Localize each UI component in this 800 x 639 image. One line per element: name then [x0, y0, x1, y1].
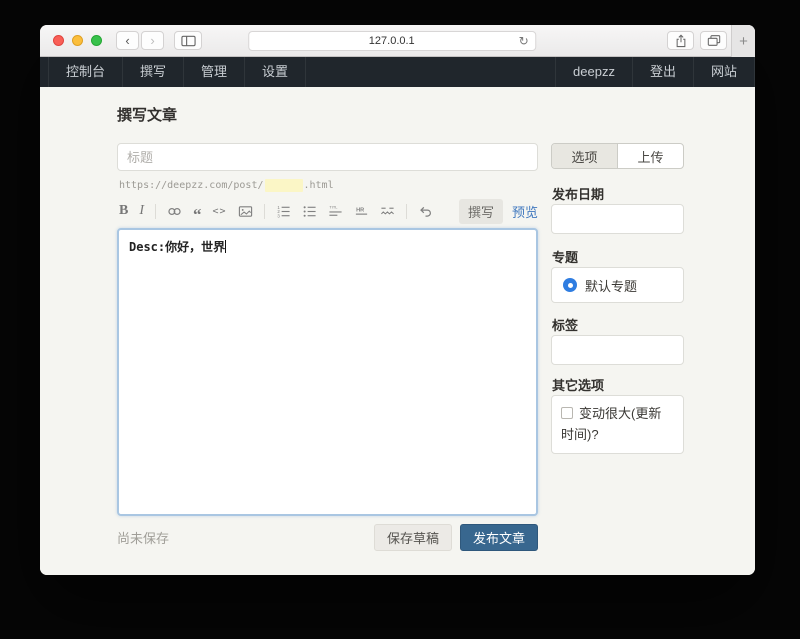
publish-button[interactable]: 发布文章: [460, 524, 538, 551]
minimize-window-button[interactable]: [72, 35, 83, 46]
permalink-slug-highlight[interactable]: [265, 179, 303, 192]
app-navbar: 控制台 撰写 管理 设置 deepzz 登出 网站: [40, 57, 755, 87]
back-button[interactable]: ‹: [116, 31, 139, 50]
share-icon: [675, 34, 687, 48]
tab-preview-mode[interactable]: 预览: [512, 202, 538, 221]
radio-selected-icon[interactable]: [563, 278, 577, 292]
sidebar-tab-group: 选项 上传: [551, 143, 684, 169]
tabs-icon: [707, 34, 721, 47]
tab-write-mode[interactable]: 撰写: [459, 199, 503, 224]
nav-item-logout[interactable]: 登出: [633, 57, 694, 87]
tags-label: 标签: [552, 315, 578, 334]
new-tab-button[interactable]: +: [731, 25, 755, 57]
sidebar-toggle-button[interactable]: [174, 31, 202, 50]
toolbar-divider: [155, 204, 156, 219]
ordered-list-icon: 123: [276, 204, 291, 219]
nav-item-write[interactable]: 撰写: [123, 57, 184, 87]
tab-options[interactable]: 选项: [552, 144, 618, 168]
major-change-checkbox-label: 变动很大(更新时间)?: [561, 406, 661, 442]
page-title: 撰写文章: [117, 104, 177, 125]
other-options-box[interactable]: 变动很大(更新时间)?: [551, 395, 684, 454]
checkbox-unchecked-icon[interactable]: [561, 407, 573, 419]
forward-icon: ›: [150, 33, 154, 48]
other-options-label: 其它选项: [552, 375, 604, 394]
code-button[interactable]: <>: [213, 202, 227, 220]
close-window-button[interactable]: [53, 35, 64, 46]
publish-date-label: 发布日期: [552, 184, 604, 203]
browser-toolbar: ‹ › 127.0.0.1 ↻ +: [40, 25, 755, 57]
page-content: 撰写文章 https://deepzz.com/post/ .html B I …: [40, 87, 755, 575]
tab-overview-button[interactable]: [700, 31, 727, 50]
undo-button[interactable]: [418, 202, 433, 220]
heading-button[interactable]: TITL: [328, 202, 343, 220]
horizontal-rule-icon: HR: [354, 204, 369, 219]
forward-button[interactable]: ›: [141, 31, 164, 50]
title-input[interactable]: [117, 143, 538, 171]
nav-item-username[interactable]: deepzz: [555, 57, 633, 87]
tab-upload[interactable]: 上传: [618, 144, 683, 168]
browser-window: ‹ › 127.0.0.1 ↻ + 控制台 撰写 管理 设置 deepz: [40, 25, 755, 575]
svg-text:HR: HR: [356, 207, 364, 213]
editor-toolbar: B I “ <> 123 TITL: [119, 199, 538, 223]
sidebar-icon: [181, 35, 196, 47]
permalink-preview: https://deepzz.com/post/ .html: [119, 179, 334, 192]
editor-text: Desc:你好，世界: [129, 240, 225, 254]
svg-text:TITL: TITL: [329, 204, 338, 209]
plus-icon: +: [739, 33, 748, 50]
text-caret: [225, 240, 226, 253]
address-url: 127.0.0.1: [369, 35, 415, 47]
quote-button[interactable]: “: [193, 202, 202, 220]
zoom-window-button[interactable]: [91, 35, 102, 46]
italic-button[interactable]: I: [139, 202, 144, 220]
image-icon: [238, 204, 253, 219]
permalink-prefix: https://deepzz.com/post/: [119, 180, 264, 191]
toolbar-divider: [406, 204, 407, 219]
bold-button[interactable]: B: [119, 202, 128, 220]
unordered-list-icon: [302, 204, 317, 219]
permalink-suffix: .html: [304, 180, 334, 191]
tags-input[interactable]: [551, 335, 684, 365]
topic-label: 专题: [552, 247, 578, 266]
nav-item-settings[interactable]: 设置: [245, 57, 306, 87]
save-status-text: 尚未保存: [117, 528, 169, 547]
toolbar-divider: [264, 204, 265, 219]
reload-button[interactable]: ↻: [519, 34, 529, 48]
address-bar[interactable]: 127.0.0.1 ↻: [248, 31, 536, 51]
save-draft-button[interactable]: 保存草稿: [374, 524, 452, 551]
horizontal-rule-button[interactable]: HR: [354, 202, 369, 220]
nav-item-website[interactable]: 网站: [694, 57, 755, 87]
topic-option-label: 默认专题: [585, 276, 637, 295]
svg-text:3: 3: [277, 213, 280, 218]
undo-icon: [418, 204, 433, 219]
nav-item-dashboard[interactable]: 控制台: [48, 57, 123, 87]
unordered-list-button[interactable]: [302, 202, 317, 220]
page-break-button[interactable]: [380, 202, 395, 220]
ordered-list-button[interactable]: 123: [276, 202, 291, 220]
publish-date-input[interactable]: [551, 204, 684, 234]
link-icon: [167, 204, 182, 219]
page-break-icon: [380, 204, 395, 219]
back-icon: ‹: [125, 33, 129, 48]
topic-option-row[interactable]: 默认专题: [551, 267, 684, 303]
nav-item-manage[interactable]: 管理: [184, 57, 245, 87]
markdown-editor[interactable]: Desc:你好，世界: [117, 228, 538, 516]
image-button[interactable]: [238, 202, 253, 220]
heading-icon: TITL: [328, 204, 343, 219]
window-controls: [53, 35, 102, 46]
share-button[interactable]: [667, 31, 694, 50]
link-button[interactable]: [167, 202, 182, 220]
